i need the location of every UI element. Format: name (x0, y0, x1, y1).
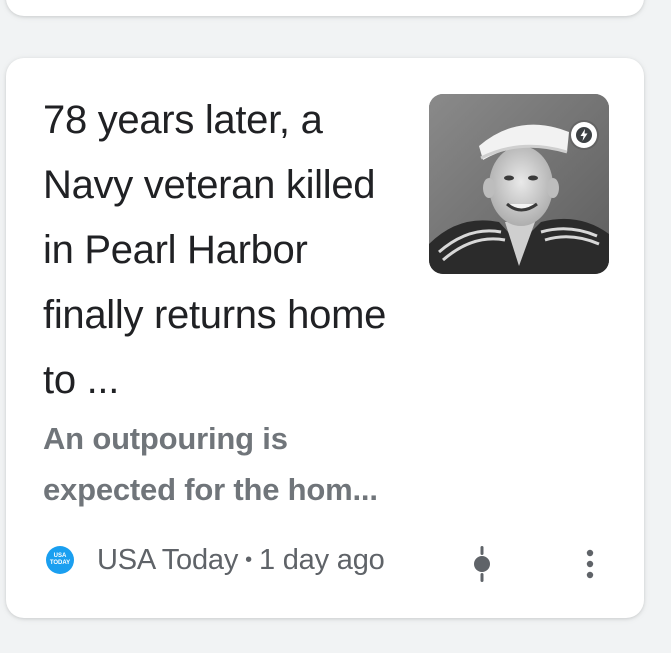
source-logo-text-top: USA (53, 553, 67, 559)
article-headline[interactable]: 78 years later, a Navy veteran killed in… (43, 88, 413, 413)
article-meta: USA TODAY USA Today • 1 day ago (46, 540, 385, 580)
news-card[interactable]: 78 years later, a Navy veteran killed in… (6, 58, 644, 618)
feed-page: 78 years later, a Navy veteran killed in… (0, 0, 671, 653)
source-logo-text-bottom: TODAY (49, 560, 71, 566)
publish-time: 1 day ago (258, 543, 385, 576)
more-vert-icon[interactable] (576, 544, 604, 584)
article-thumbnail[interactable] (429, 94, 609, 274)
sailor-portrait-image (429, 94, 609, 274)
follow-indicator-icon[interactable] (468, 544, 496, 584)
source-name[interactable]: USA Today (97, 544, 238, 577)
previous-card[interactable] (6, 0, 644, 16)
usa-today-logo: USA TODAY (46, 546, 74, 574)
meta-separator: • (245, 548, 252, 571)
amp-lightning-icon (571, 122, 597, 148)
article-snippet: An outpouring is expected for the hom... (43, 421, 378, 507)
